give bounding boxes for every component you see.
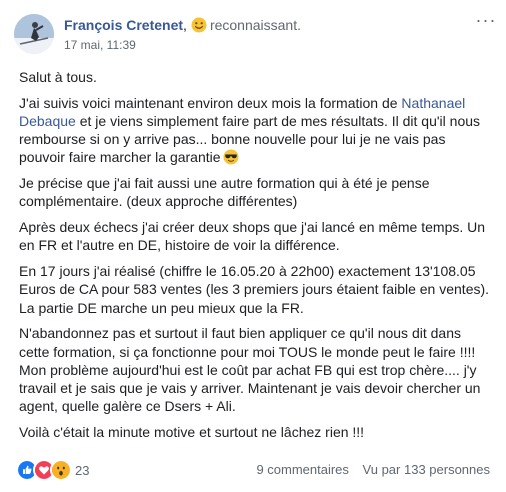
paragraph-intro-start: J'ai suivis voici maintenant environ deu… bbox=[19, 94, 402, 111]
comments-count-link[interactable]: 9 commentaires bbox=[256, 462, 348, 477]
post-timestamp[interactable]: 17 mai, 11:39 bbox=[64, 38, 136, 52]
smiling-face-icon bbox=[191, 17, 207, 33]
paragraph-shops: Après deux échecs j'ai créer deux shops … bbox=[19, 219, 486, 254]
author-avatar[interactable] bbox=[14, 14, 54, 54]
feeling-label: reconnaissant. bbox=[209, 17, 301, 33]
paragraph-results: En 17 jours j'ai réalisé (chiffre le 16.… bbox=[19, 263, 490, 316]
paragraph-intro-end: et je viens simplement faire part de mes… bbox=[19, 113, 481, 166]
post-body: Salut à tous. J'ai suivis voici maintena… bbox=[19, 68, 495, 449]
post-header: François Cretenet, reconnaissant. bbox=[64, 16, 301, 34]
avatar-photo bbox=[14, 14, 54, 54]
paragraph-other-course: Je précise que j'ai fait aussi une autre… bbox=[19, 175, 430, 210]
paragraph-advice: N'abandonnez pas et surtout il faut bien… bbox=[19, 325, 481, 415]
paragraph-greeting: Salut à tous. bbox=[19, 69, 97, 85]
reaction-count: 23 bbox=[75, 462, 90, 478]
author-name[interactable]: François Cretenet bbox=[64, 17, 183, 33]
paragraph-intro: J'ai suivis voici maintenant environ deu… bbox=[19, 94, 495, 167]
more-options-icon[interactable]: ··· bbox=[474, 11, 498, 32]
post-stats: 9 commentaires Vu par 133 personnes bbox=[256, 462, 490, 477]
facebook-post: François Cretenet, reconnaissant. 17 mai… bbox=[0, 0, 506, 492]
author-separator: , bbox=[183, 17, 187, 33]
paragraph-closing: Voilà c'était la minute motive et surtou… bbox=[19, 424, 365, 441]
sunglasses-face-icon bbox=[223, 149, 239, 165]
reactions-summary[interactable]: 23 bbox=[16, 459, 90, 481]
wow-reaction-icon bbox=[50, 459, 72, 481]
views-count[interactable]: Vu par 133 personnes bbox=[363, 462, 490, 477]
